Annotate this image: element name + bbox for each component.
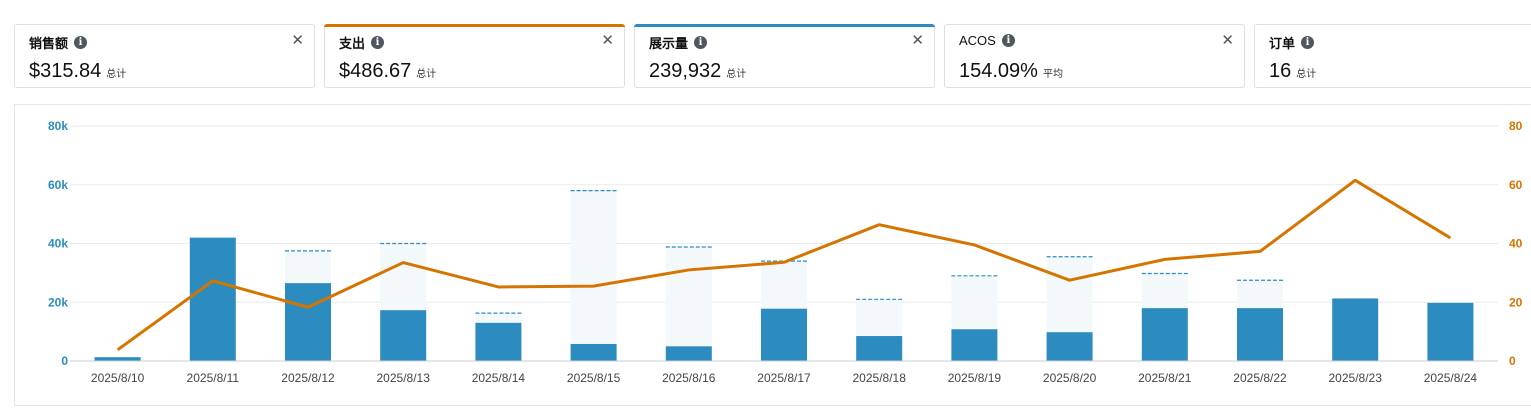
metric-card-2[interactable]: 展示量 i ✕ 239,932 总计 <box>634 24 935 88</box>
y-left-tick-label: 40k <box>48 237 68 251</box>
metric-card-value-row: $486.67 总计 <box>339 60 436 83</box>
impressions-bar <box>1046 332 1093 361</box>
impressions-bar <box>285 283 331 361</box>
x-tick-label: 2025/8/21 <box>1138 371 1192 385</box>
card-accent-bar <box>324 24 625 27</box>
info-icon[interactable]: i <box>371 36 385 49</box>
y-right-tick-label: 20 <box>1509 295 1523 309</box>
x-tick-label: 2025/8/19 <box>948 371 1002 385</box>
x-tick-label: 2025/8/10 <box>91 371 145 385</box>
y-left-tick-label: 60k <box>48 178 68 192</box>
metric-card-label: ACOS <box>959 33 996 48</box>
metric-card-value-row: 16 总计 <box>1269 60 1316 83</box>
y-left-tick-label: 20k <box>48 295 68 309</box>
x-tick-label: 2025/8/12 <box>281 371 335 385</box>
y-right-tick-label: 40 <box>1509 237 1523 251</box>
x-tick-label: 2025/8/23 <box>1329 371 1383 385</box>
impressions-bar <box>951 329 998 361</box>
metric-card-0[interactable]: 销售额 i ✕ $315.84 总计 <box>14 24 315 88</box>
metric-card-value: 154.09% <box>959 60 1038 82</box>
metric-card-label: 支出 <box>339 36 366 51</box>
impressions-bar <box>189 237 236 361</box>
metric-card-title: 支出 i <box>339 33 385 52</box>
metric-card-1[interactable]: 支出 i ✕ $486.67 总计 <box>324 24 625 88</box>
impressions-bar <box>856 336 903 361</box>
metric-card-title: 销售额 i <box>29 33 88 52</box>
metric-card-4[interactable]: 订单 i 16 总计 <box>1254 24 1531 88</box>
x-tick-label: 2025/8/20 <box>1043 371 1097 385</box>
x-tick-label: 2025/8/11 <box>187 371 240 385</box>
impressions-bar <box>380 310 427 361</box>
impressions-bar <box>1141 308 1188 361</box>
metric-cards: 销售额 i ✕ $315.84 总计 支出 i ✕ $486.67 总计 展示量 i ✕ 239,932 总… <box>14 24 1531 89</box>
metric-card-3[interactable]: ACOS i ✕ 154.09% 平均 <box>944 24 1245 88</box>
y-right-tick-label: 60 <box>1509 178 1523 192</box>
metric-card-label: 订单 <box>1269 36 1296 51</box>
impressions-bar <box>475 322 522 361</box>
info-icon[interactable]: i <box>1301 36 1315 49</box>
x-tick-label: 2025/8/13 <box>377 371 431 385</box>
y-right-tick-label: 0 <box>1509 354 1516 368</box>
x-tick-label: 2025/8/14 <box>472 371 526 385</box>
info-icon[interactable]: i <box>1001 34 1015 47</box>
impressions-bar <box>665 346 712 361</box>
impressions-bar <box>1427 302 1474 361</box>
metric-card-value-row: 239,932 总计 <box>649 60 746 83</box>
metric-card-label: 展示量 <box>649 36 689 51</box>
comparison-bar <box>570 190 617 361</box>
impressions-bar <box>94 357 141 361</box>
card-accent-bar <box>634 24 935 27</box>
impressions-bar <box>570 343 617 361</box>
metric-card-suffix: 总计 <box>1296 69 1317 80</box>
info-icon[interactable]: i <box>694 36 708 49</box>
metric-card-title: 订单 i <box>1269 33 1315 52</box>
close-icon[interactable]: ✕ <box>1221 33 1234 49</box>
metric-card-value-row: 154.09% 平均 <box>959 60 1063 83</box>
impressions-bar <box>1237 308 1283 361</box>
x-tick-label: 2025/8/16 <box>662 371 716 385</box>
comparison-bar <box>665 247 712 361</box>
metric-card-title: 展示量 i <box>649 33 708 52</box>
close-icon[interactable]: ✕ <box>911 33 924 49</box>
metric-card-suffix: 总计 <box>106 69 127 80</box>
metric-card-value: 239,932 <box>649 60 722 82</box>
x-tick-label: 2025/8/24 <box>1424 371 1478 385</box>
impressions-bar <box>1332 298 1379 361</box>
close-icon[interactable]: ✕ <box>291 33 304 49</box>
y-left-tick-label: 0 <box>61 354 68 368</box>
metric-card-suffix: 总计 <box>416 69 437 80</box>
y-left-tick-label: 80k <box>48 119 68 133</box>
metric-card-title: ACOS i <box>959 33 1015 48</box>
metric-card-label: 销售额 <box>29 36 69 51</box>
metric-card-value: 16 <box>1269 60 1292 82</box>
metric-card-value: $315.84 <box>29 60 102 82</box>
metric-card-value: $486.67 <box>339 60 412 82</box>
x-tick-label: 2025/8/18 <box>853 371 907 385</box>
combo-chart: 0 20k 40k 60k 80k 0 20 40 60 80 2025/8/10 2025/8/11… <box>48 119 1523 385</box>
close-icon[interactable]: ✕ <box>601 33 614 49</box>
x-tick-label: 2025/8/22 <box>1233 371 1287 385</box>
info-icon[interactable]: i <box>74 36 88 49</box>
x-tick-label: 2025/8/15 <box>567 371 621 385</box>
y-right-tick-label: 80 <box>1509 119 1523 133</box>
metric-card-suffix: 平均 <box>1042 69 1063 80</box>
x-tick-label: 2025/8/17 <box>757 371 811 385</box>
chart-panel: 0 20k 40k 60k 80k 0 20 40 60 80 2025/8/10 2025/8/11… <box>14 104 1531 406</box>
metric-card-value-row: $315.84 总计 <box>29 60 126 83</box>
metric-card-suffix: 总计 <box>726 69 747 80</box>
impressions-bar <box>761 308 807 361</box>
